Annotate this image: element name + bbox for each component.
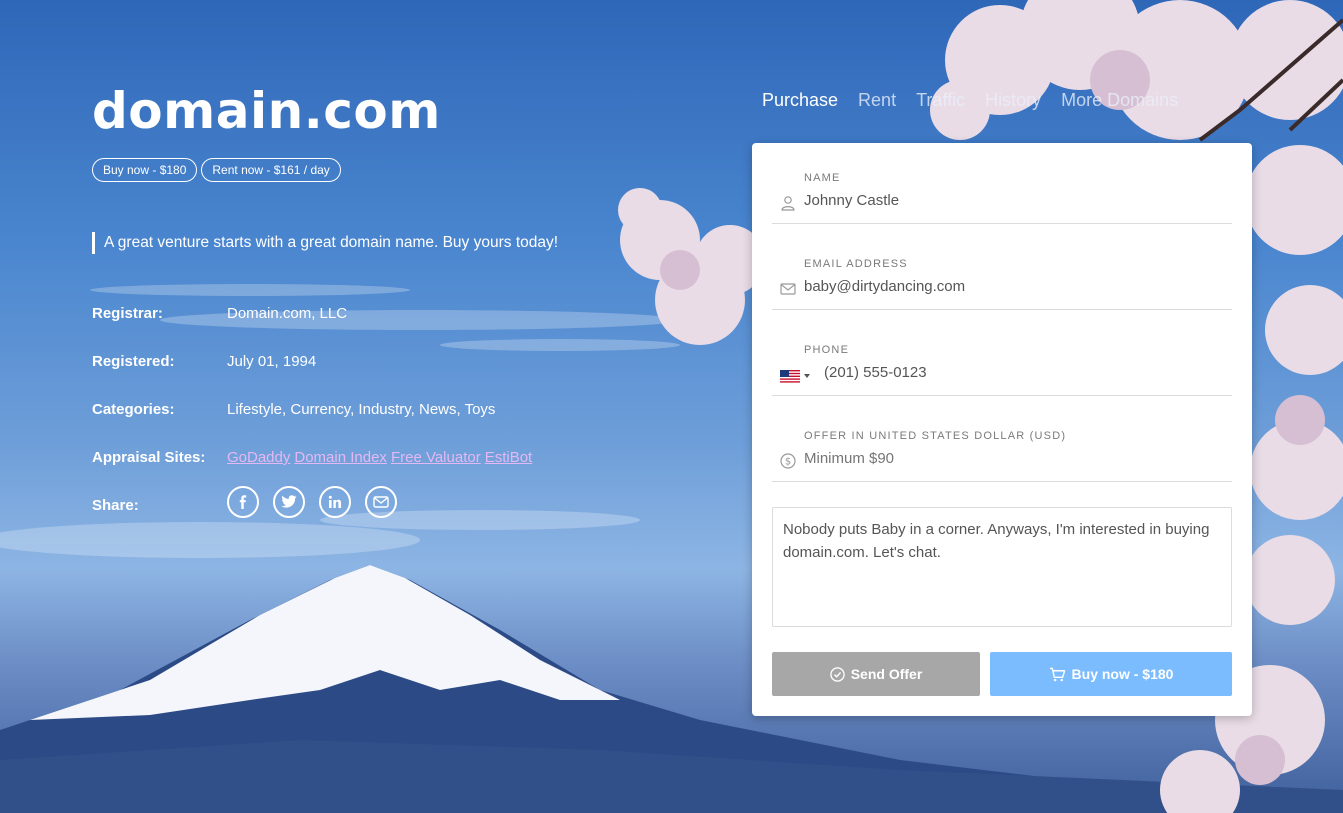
name-label: NAME [804, 172, 841, 184]
tab-history[interactable]: History [985, 90, 1041, 111]
share-label: Share: [92, 497, 139, 514]
tagline: A great venture starts with a great doma… [92, 232, 558, 254]
appraisal-label: Appraisal Sites: [92, 449, 206, 466]
name-input[interactable] [804, 192, 1224, 209]
appraisal-link-free-valuator[interactable]: Free Valuator [391, 449, 481, 466]
twitter-share-button[interactable] [273, 486, 305, 518]
email-share-button[interactable] [365, 486, 397, 518]
categories-value: Lifestyle, Currency, Industry, News, Toy… [227, 401, 496, 418]
caret-down-icon [804, 374, 810, 378]
buy-now-button[interactable]: Buy now - $180 [990, 652, 1232, 696]
rent-now-pill[interactable]: Rent now - $161 / day [201, 158, 341, 182]
tab-rent[interactable]: Rent [858, 90, 896, 111]
tab-more-domains[interactable]: More Domains [1061, 90, 1178, 111]
dollar-icon: $ [780, 453, 796, 469]
categories-row: Categories: Lifestyle, Currency, Industr… [92, 400, 536, 448]
svg-text:$: $ [785, 457, 791, 468]
email-input[interactable] [804, 278, 1224, 295]
linkedin-share-button[interactable] [319, 486, 351, 518]
email-label: EMAIL ADDRESS [804, 258, 908, 270]
message-textarea[interactable]: Nobody puts Baby in a corner. Anyways, I… [772, 507, 1232, 627]
facebook-icon [239, 495, 247, 509]
us-flag-icon [780, 369, 800, 383]
offer-form: NAME EMAIL ADDRESS PHONE OFFER IN UNITED… [752, 143, 1252, 716]
registered-value: July 01, 1994 [227, 353, 317, 370]
check-circle-icon [829, 666, 845, 682]
offer-label: OFFER IN UNITED STATES DOLLAR (USD) [804, 430, 1067, 442]
cart-icon [1049, 667, 1065, 681]
email-field: EMAIL ADDRESS [772, 229, 1232, 310]
name-field: NAME [772, 143, 1232, 224]
offer-input[interactable] [804, 450, 1224, 467]
appraisal-links: GoDaddy Domain Index Free Valuator EstiBot [227, 448, 536, 468]
registrar-value: Domain.com, LLC [227, 305, 348, 322]
appraisal-link-godaddy[interactable]: GoDaddy [227, 449, 290, 466]
price-pills: Buy now - $180 Rent now - $161 / day [92, 158, 341, 182]
registered-label: Registered: [92, 353, 175, 370]
send-offer-button[interactable]: Send Offer [772, 652, 980, 696]
buy-now-pill[interactable]: Buy now - $180 [92, 158, 198, 182]
user-icon [781, 196, 795, 211]
email-icon [373, 496, 389, 508]
country-selector[interactable] [780, 368, 816, 384]
buy-now-label: Buy now - $180 [1071, 666, 1174, 682]
facebook-share-button[interactable] [227, 486, 259, 518]
appraisal-link-domain-index[interactable]: Domain Index [294, 449, 387, 466]
categories-label: Categories: [92, 401, 175, 418]
linkedin-icon [328, 495, 341, 508]
share-row: Share: [92, 486, 536, 544]
registrar-row: Registrar: Domain.com, LLC [92, 304, 536, 352]
domain-title: domain.com [92, 82, 441, 140]
registrar-label: Registrar: [92, 305, 163, 322]
twitter-icon [281, 495, 297, 508]
phone-input[interactable] [824, 364, 1224, 381]
appraisal-link-estibot[interactable]: EstiBot [485, 449, 533, 466]
envelope-icon [780, 283, 796, 295]
send-offer-label: Send Offer [850, 666, 923, 682]
registered-row: Registered: July 01, 1994 [92, 352, 536, 400]
phone-field: PHONE [772, 315, 1232, 396]
tab-purchase[interactable]: Purchase [762, 90, 838, 111]
offer-field: OFFER IN UNITED STATES DOLLAR (USD) $ [772, 401, 1232, 482]
phone-label: PHONE [804, 344, 850, 356]
share-buttons [227, 486, 397, 518]
domain-info: Registrar: Domain.com, LLC Registered: J… [92, 304, 536, 544]
tab-traffic[interactable]: Traffic [916, 90, 965, 111]
domain-nav: Purchase Rent Traffic History More Domai… [762, 90, 1178, 111]
